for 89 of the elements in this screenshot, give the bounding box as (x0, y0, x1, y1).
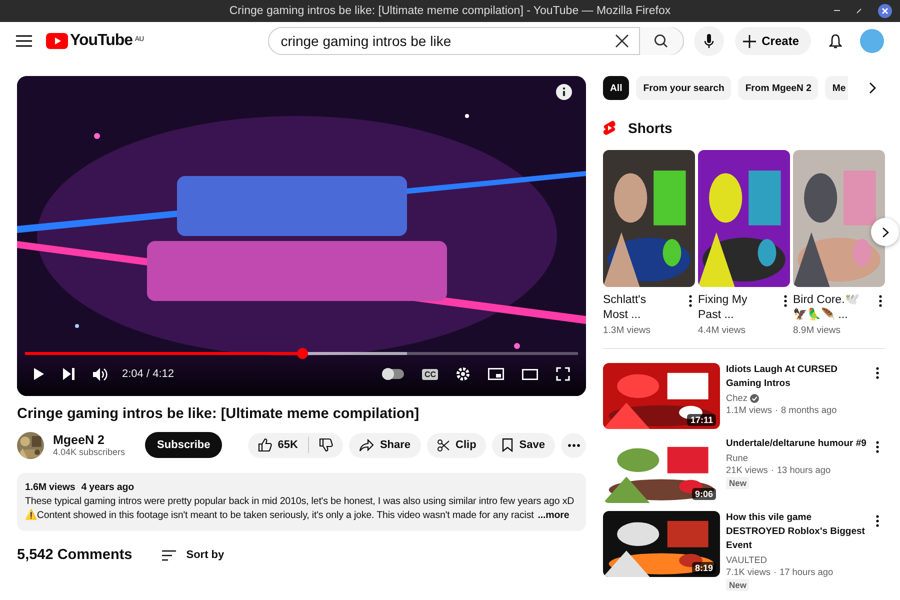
view-count: 1.1M views (726, 405, 772, 415)
more-icon[interactable] (876, 515, 879, 527)
close-icon[interactable] (878, 4, 892, 18)
create-button[interactable]: Create (734, 27, 811, 55)
search-icon[interactable] (654, 34, 668, 48)
upload-age: 17 hours ago (780, 567, 834, 577)
search-field[interactable]: cringe gaming intros be like (268, 32, 615, 50)
fullscreen-icon[interactable] (556, 367, 570, 381)
clip-button[interactable]: Clip (426, 432, 486, 458)
shorts-icon (603, 120, 616, 136)
chevron-right-icon (882, 226, 888, 238)
upload-age: 8 months ago (781, 405, 837, 415)
separator-dot: · (770, 465, 774, 475)
section-heading: Shorts (628, 120, 672, 136)
channel-name[interactable]: VAULTED (726, 555, 768, 565)
time-display: 2:04 / 4:12 (122, 368, 174, 380)
filter-chip[interactable]: From your search (636, 76, 732, 100)
new-badge: New (726, 579, 750, 591)
play-icon[interactable] (33, 367, 45, 381)
filter-chip[interactable]: From MgeeN 2 (738, 76, 818, 100)
short-title[interactable]: Schlatt's Most ... (603, 293, 669, 323)
sort-button[interactable]: Sort by (162, 549, 224, 561)
theater-icon[interactable] (522, 368, 538, 380)
more-button[interactable] (561, 432, 586, 458)
miniplayer-icon[interactable] (488, 368, 504, 380)
volume-icon[interactable] (93, 368, 108, 380)
new-badge: New (726, 477, 750, 489)
channel-name[interactable]: Chez (726, 393, 748, 403)
upload-age: 4 years ago (81, 481, 134, 495)
video-title[interactable]: How this vile game DESTROYED Roblox's Biggest Event (726, 511, 868, 553)
microphone-icon[interactable] (704, 34, 714, 48)
short-title[interactable]: Fixing My Past ... (698, 293, 764, 323)
subscribe-button[interactable]: Subscribe (145, 432, 222, 458)
short-title[interactable]: Bird Core.🕊 🦅🦜🪶 ... (793, 293, 859, 323)
thumbs-down-icon (318, 438, 333, 452)
separator-dot: · (774, 405, 778, 415)
next-button[interactable] (871, 218, 899, 246)
more-icon[interactable] (876, 441, 879, 453)
more-icon[interactable] (878, 295, 882, 307)
video-title: Cringe gaming intros be like: [Ultimate meme compilation] (17, 406, 420, 422)
scissors-icon (436, 438, 450, 452)
settings-icon[interactable] (456, 367, 470, 381)
video-title[interactable]: Undertale/deltarune humour #9 (726, 437, 868, 451)
filter-chip[interactable]: All (603, 76, 630, 100)
bookmark-icon (502, 438, 514, 452)
view-count: 4.4M views (698, 325, 747, 336)
info-icon[interactable] (556, 84, 572, 100)
sort-icon (162, 550, 176, 560)
comment-count: 5,542 Comments (17, 547, 132, 563)
share-button[interactable]: Share (348, 432, 421, 458)
duration-badge: 9:06 (692, 488, 716, 500)
view-count: 8.9M views (793, 325, 842, 336)
window-title: Cringe gaming intros be like: [Ultimate meme compilation] - YouTube — Mozilla Firefox (229, 5, 671, 17)
view-count: 1.6M views (25, 481, 76, 495)
thumbs-up-icon (258, 438, 272, 452)
plus-icon (742, 34, 756, 48)
play-logo-icon[interactable] (46, 33, 68, 49)
autoplay-toggle[interactable] (382, 369, 404, 379)
view-count: 21K views (726, 465, 768, 475)
duration-badge: 8:19 (692, 562, 716, 574)
view-count: 1.3M views (603, 325, 652, 336)
channel-name[interactable]: Rune (726, 453, 748, 463)
more-icon[interactable] (784, 295, 786, 307)
bell-icon[interactable] (829, 34, 842, 48)
captions-button[interactable]: CC (422, 368, 438, 380)
minimize-icon[interactable] (834, 10, 840, 12)
subscriber-count: 4.04K subscribers (53, 447, 126, 457)
upload-age: 13 hours ago (776, 465, 831, 475)
more-icon[interactable] (876, 367, 879, 379)
channel-name[interactable]: MgeeN 2 (53, 433, 126, 447)
menu-icon[interactable] (16, 35, 32, 47)
next-icon[interactable] (63, 368, 75, 380)
clear-icon[interactable] (614, 34, 629, 48)
separator-dot: · (773, 567, 776, 577)
description-text: These typical gaming intros were pretty popular back in mid 2010s, let's be honest, I was also using similar intro few years ago xD (25, 495, 576, 509)
view-count: 7.1K views (726, 567, 770, 577)
filter-chip[interactable]: Me (825, 76, 848, 100)
search-bar[interactable]: cringe gaming intros be like (268, 27, 684, 55)
video-title[interactable]: Idiots Laugh At CURSED Gaming Intros (726, 363, 868, 391)
description-text: ⚠Content showed in this footage isn't meant to be taken seriously, it's only a joke. This video wasn't made for any racist (25, 509, 534, 523)
more-icon[interactable] (688, 295, 692, 307)
share-icon (358, 438, 374, 452)
save-button[interactable]: Save (492, 432, 555, 458)
more-link[interactable]: ...more (538, 509, 570, 523)
more-icon (568, 444, 580, 446)
restore-icon[interactable] (856, 8, 862, 14)
logo-text[interactable]: YouTube (70, 32, 133, 50)
chevron-right-icon[interactable] (869, 82, 877, 94)
duration-badge: 17:11 (687, 414, 716, 426)
